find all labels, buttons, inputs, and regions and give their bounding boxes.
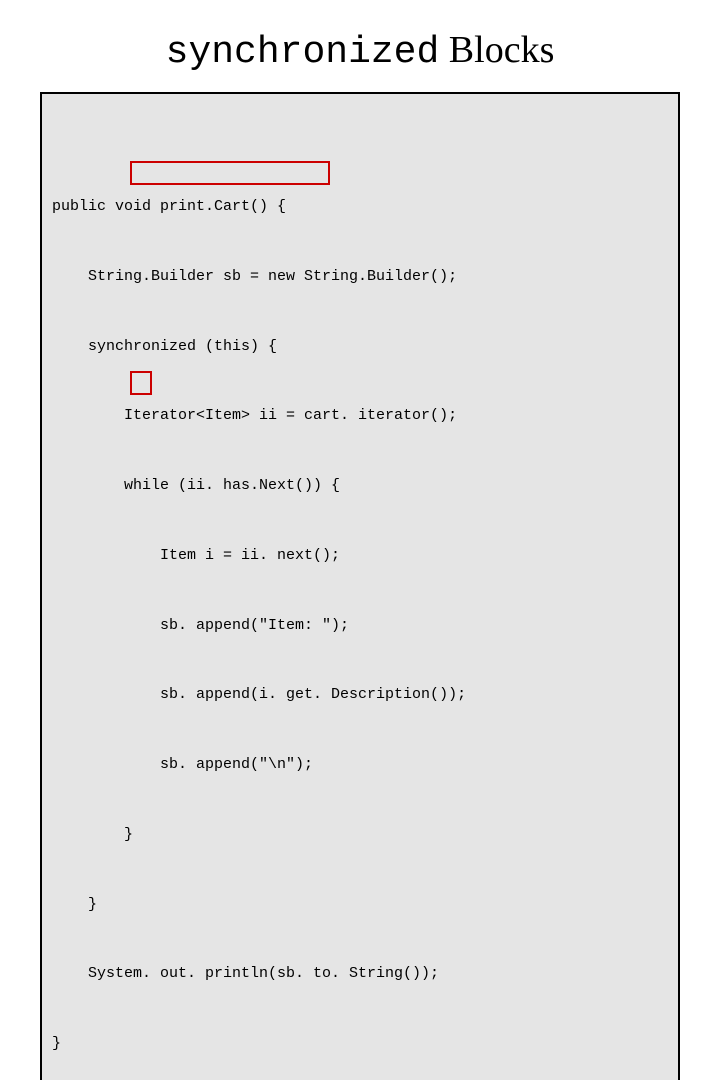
- highlight-sync-start: [130, 161, 330, 185]
- code-line: }: [52, 823, 668, 846]
- title-rest: Blocks: [439, 29, 554, 71]
- code-line: Item i = ii. next();: [52, 544, 668, 567]
- code-line: synchronized (this) {: [52, 335, 668, 358]
- code-line: sb. append(i. get. Description());: [52, 683, 668, 706]
- highlight-sync-end: [130, 371, 152, 395]
- code-line: Iterator<Item> ii = cart. iterator();: [52, 404, 668, 427]
- code-line: public void print.Cart() {: [52, 195, 668, 218]
- code-line: sb. append("\n");: [52, 753, 668, 776]
- code-line: }: [52, 1032, 668, 1055]
- title-keyword: synchronized: [166, 31, 440, 74]
- code-line: String.Builder sb = new String.Builder()…: [52, 265, 668, 288]
- slide-title: synchronized Blocks: [0, 0, 720, 92]
- code-line: sb. append("Item: ");: [52, 614, 668, 637]
- code-line: while (ii. has.Next()) {: [52, 474, 668, 497]
- code-line: System. out. println(sb. to. String());: [52, 962, 668, 985]
- code-block: public void print.Cart() { String.Builde…: [40, 92, 680, 1080]
- code-line: }: [52, 893, 668, 916]
